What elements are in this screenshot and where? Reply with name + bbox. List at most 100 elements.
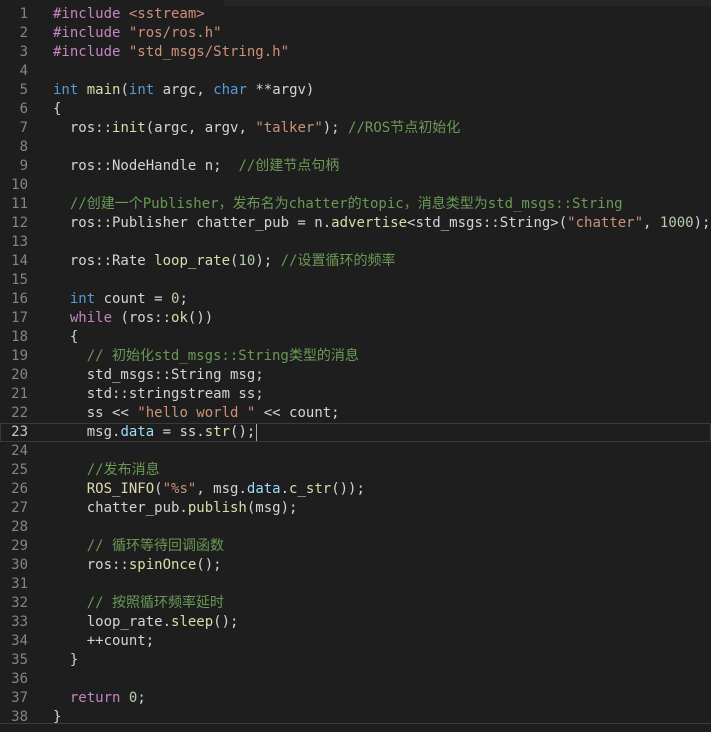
code-token: } [53, 652, 79, 668]
code-token: data [246, 481, 281, 497]
code-token: (); [196, 557, 222, 573]
code-line[interactable]: 1 #include <sstream> [0, 5, 711, 24]
code-line[interactable]: 15 [0, 271, 711, 290]
code-line[interactable]: 10 [0, 176, 711, 195]
code-token: // 初始化std_msgs::String类型的消息 [53, 348, 359, 364]
code-text[interactable]: { [53, 328, 78, 347]
line-number: 25 [11, 462, 28, 478]
code-token: (argc, argv, [145, 120, 256, 136]
code-line[interactable]: 6{ [0, 100, 711, 119]
code-line[interactable]: 4 [0, 62, 711, 81]
code-line[interactable]: 24 [0, 442, 711, 461]
code-line[interactable]: 25 //发布消息 [0, 461, 711, 480]
code-text[interactable]: ROS_INFO("%s", msg.data.c_str()); [53, 480, 365, 499]
code-token: ()) [187, 310, 214, 326]
code-text[interactable]: ros::NodeHandle n; //创建节点句柄 [53, 157, 339, 176]
line-number: 13 [11, 234, 28, 250]
code-text[interactable]: //创建一个Publisher，发布名为chatter的topic，消息类型为s… [53, 195, 623, 214]
code-text[interactable]: int count = 0; [53, 290, 188, 309]
code-token: "hello world " [137, 405, 256, 421]
line-number: 10 [11, 177, 28, 193]
code-token: #include [53, 25, 129, 41]
code-line[interactable]: 11 //创建一个Publisher，发布名为chatter的topic，消息类… [0, 195, 711, 214]
code-text[interactable]: ++count; [53, 632, 154, 651]
code-line[interactable]: 5 int main(int argc, char **argv) [0, 81, 711, 100]
code-token: //设置循环的频率 [280, 253, 396, 269]
code-text[interactable]: #include <sstream> [53, 5, 205, 24]
code-token: count = [95, 291, 172, 307]
code-editor[interactable]: 1 #include <sstream> 2 #include "ros/ros.h"… [0, 0, 711, 732]
code-token: "talker" [255, 120, 323, 136]
line-number: 6 [19, 101, 28, 117]
code-line[interactable]: 16 int count = 0; [0, 290, 711, 309]
code-line[interactable]: 21 std::stringstream ss; [0, 385, 711, 404]
code-line[interactable]: 35 } [0, 651, 711, 670]
code-line[interactable]: 34 ++count; [0, 632, 711, 651]
code-line[interactable]: 8 [0, 138, 711, 157]
code-line[interactable]: 26 ROS_INFO("%s", msg.data.c_str()); [0, 480, 711, 499]
code-text[interactable]: ss << "hello world " << count; [53, 404, 340, 423]
code-token: msg. [53, 424, 121, 440]
code-text[interactable]: msg.data = ss.str(); [53, 423, 258, 442]
code-text[interactable]: // 按照循环频率延时 [53, 594, 224, 613]
code-text[interactable]: // 循环等待回调函数 [53, 537, 224, 556]
code-line[interactable]: 7 ros::init(argc, argv, "talker"); //ROS… [0, 119, 711, 138]
code-text[interactable]: loop_rate.sleep(); [53, 613, 239, 632]
code-line[interactable]: 27 chatter_pub.publish(msg); [0, 499, 711, 518]
code-token: ros:: [53, 120, 113, 136]
code-line[interactable]: 32 // 按照循环频率延时 [0, 594, 711, 613]
code-text[interactable]: #include "ros/ros.h" [53, 24, 222, 43]
code-line[interactable]: 13 [0, 233, 711, 252]
line-number: 37 [11, 690, 28, 706]
line-number: 15 [11, 272, 28, 288]
code-line[interactable]: 14 ros::Rate loop_rate(10); //设置循环的频率 [0, 252, 711, 271]
code-token: //创建一个Publisher，发布名为chatter的topic，消息类型为s… [53, 196, 623, 212]
code-text[interactable]: std_msgs::String msg; [53, 366, 264, 385]
code-line[interactable]: 17 while (ros::ok()) [0, 309, 711, 328]
line-number: 21 [11, 386, 28, 402]
code-line[interactable]: 29 // 循环等待回调函数 [0, 537, 711, 556]
code-line[interactable]: 12 ros::Publisher chatter_pub = n.advert… [0, 214, 711, 233]
code-line[interactable]: 36 [0, 670, 711, 689]
code-line[interactable]: 37 return 0; [0, 689, 711, 708]
code-token: advertise [331, 215, 408, 231]
code-line[interactable]: 9 ros::NodeHandle n; //创建节点句柄 [0, 157, 711, 176]
line-number: 11 [11, 196, 28, 212]
code-text[interactable]: return 0; [53, 689, 146, 708]
code-token: ; [179, 291, 188, 307]
code-line[interactable]: 3 #include "std_msgs/String.h" [0, 43, 711, 62]
code-token: publish [187, 500, 247, 516]
code-text[interactable]: ros::Publisher chatter_pub = n.advertise… [53, 214, 711, 233]
code-text[interactable]: int main(int argc, char **argv) [53, 81, 314, 100]
line-number: 31 [11, 576, 28, 592]
code-text[interactable]: chatter_pub.publish(msg); [53, 499, 298, 518]
code-line[interactable]: 28 [0, 518, 711, 537]
code-token: // 循环等待回调函数 [53, 538, 225, 554]
code-text[interactable]: { [53, 100, 61, 119]
code-line[interactable]: 31 [0, 575, 711, 594]
code-line[interactable]: 18 { [0, 328, 711, 347]
code-text[interactable]: // 初始化std_msgs::String类型的消息 [53, 347, 359, 366]
code-line[interactable]: 20 std_msgs::String msg; [0, 366, 711, 385]
code-line[interactable]: 2 #include "ros/ros.h" [0, 24, 711, 43]
code-text[interactable]: std::stringstream ss; [53, 385, 264, 404]
code-text[interactable]: #include "std_msgs/String.h" [53, 43, 289, 62]
code-line[interactable]: 30 ros::spinOnce(); [0, 556, 711, 575]
code-text[interactable]: while (ros::ok()) [53, 309, 213, 328]
code-token: //创建节点句柄 [238, 158, 340, 174]
code-text[interactable]: } [53, 651, 78, 670]
code-text[interactable]: ros::init(argc, argv, "talker"); //ROS节点… [53, 119, 460, 138]
code-line[interactable]: 22 ss << "hello world " << count; [0, 404, 711, 423]
code-lines[interactable]: 1 #include <sstream> 2 #include "ros/ros.h"… [0, 5, 711, 727]
code-line[interactable]: 23 msg.data = ss.str(); [0, 423, 711, 442]
code-text[interactable]: //发布消息 [53, 461, 160, 480]
code-text[interactable]: ros::spinOnce(); [53, 556, 222, 575]
horizontal-scrollbar[interactable] [0, 723, 711, 732]
code-line[interactable]: 33 loop_rate.sleep(); [0, 613, 711, 632]
line-number: 26 [11, 481, 28, 497]
code-line[interactable]: 19 // 初始化std_msgs::String类型的消息 [0, 347, 711, 366]
code-text[interactable]: ros::Rate loop_rate(10); //设置循环的频率 [53, 252, 396, 271]
line-number: 19 [11, 348, 28, 364]
